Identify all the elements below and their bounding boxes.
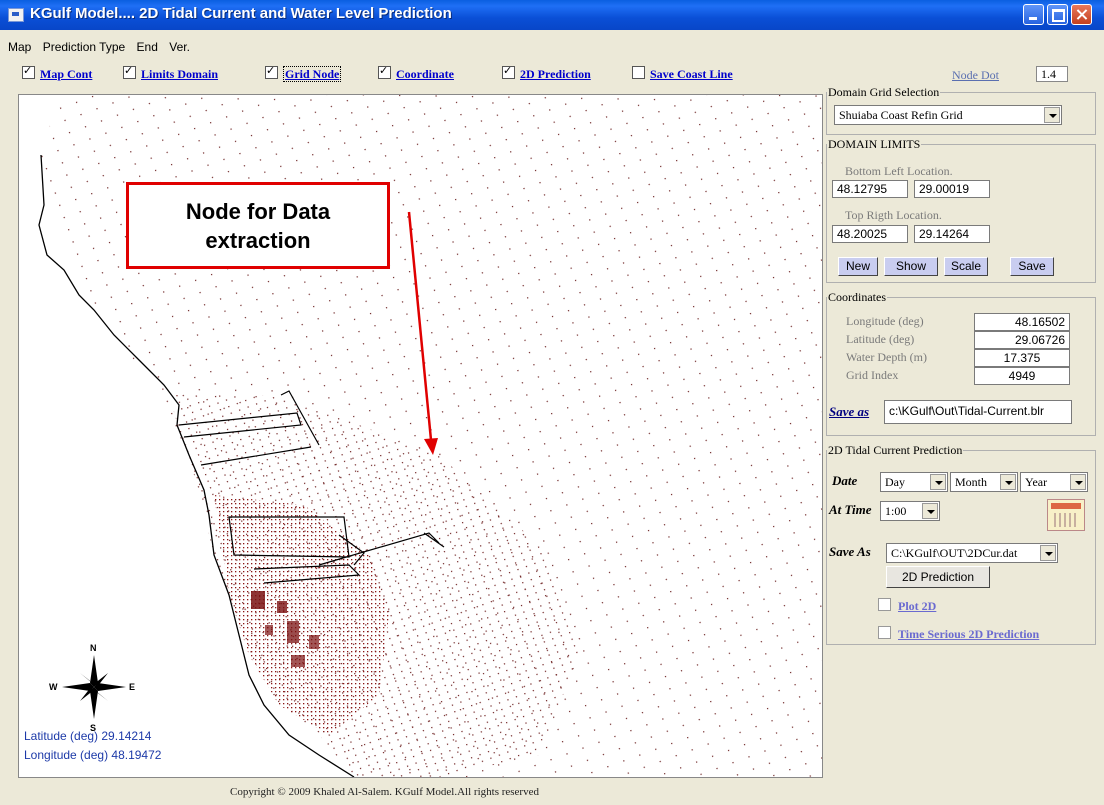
year-select[interactable]: Year (1020, 472, 1088, 492)
menu-ver[interactable]: Ver. (169, 40, 190, 54)
latitude-value[interactable]: 29.06726 (974, 331, 1070, 349)
menu-prediction-type[interactable]: Prediction Type (43, 40, 126, 54)
minimize-button[interactable] (1023, 4, 1044, 25)
chevron-down-icon[interactable] (1000, 474, 1016, 490)
month-value: Month (955, 475, 988, 489)
chevron-down-icon[interactable] (1044, 107, 1060, 123)
annotation-callout: Node for Data extraction (126, 182, 390, 269)
tr-lon-input[interactable]: 48.20025 (832, 225, 908, 243)
grid-index-label: Grid Index (846, 368, 899, 382)
menu-bar: Map Prediction Type End Ver. (0, 40, 190, 58)
node-dot-input[interactable]: 1.4 (1036, 66, 1068, 82)
domain-grid-value: Shuiaba Coast Refin Grid (839, 108, 963, 122)
new-button[interactable]: New (838, 257, 878, 276)
longitude-readout: Longitude (deg) 48.19472 (24, 748, 162, 762)
calendar-icon[interactable] (1047, 499, 1085, 531)
compass-n: N (90, 643, 97, 653)
2d-prediction-button[interactable]: 2D Prediction (886, 566, 990, 588)
window-title: KGulf Model.... 2D Tidal Current and Wat… (30, 5, 452, 22)
time-series-label: Time Serious 2D Prediction (898, 627, 1040, 641)
grid-index-value[interactable]: 4949 (974, 367, 1070, 385)
option-label: Coordinate (396, 67, 454, 81)
close-button[interactable] (1071, 4, 1092, 25)
time-series-checkbox[interactable] (878, 626, 891, 639)
grid-node-checkbox[interactable] (265, 64, 278, 79)
chevron-down-icon[interactable] (1040, 545, 1056, 561)
app-icon (8, 8, 24, 22)
prediction-save-path-value: C:\KGulf\OUT\2DCur.dat (891, 546, 1018, 560)
menu-end[interactable]: End (137, 40, 158, 54)
callout-line-1: Node for Data (185, 199, 331, 224)
bl-lon-input[interactable]: 48.12795 (832, 180, 908, 198)
coord-save-path-input[interactable]: c:\KGulf\Out\Tidal-Current.blr (884, 400, 1072, 424)
save-as-link[interactable]: Save as (829, 404, 869, 420)
latitude-label: Latitude (deg) (846, 332, 915, 346)
option-coordinate[interactable]: Coordinate (378, 64, 454, 82)
domain-grid-legend: Domain Grid Selection (828, 85, 940, 99)
option-label: Limits Domain (141, 67, 219, 81)
chevron-down-icon[interactable] (922, 503, 938, 519)
scale-button[interactable]: Scale (944, 257, 988, 276)
title-bar[interactable]: KGulf Model.... 2D Tidal Current and Wat… (0, 0, 1104, 30)
time-value: 1:00 (885, 504, 907, 518)
option-label: Save Coast Line (650, 67, 733, 81)
year-value: Year (1025, 475, 1048, 489)
plot-2d-option[interactable]: Plot 2D (878, 598, 936, 614)
time-label: At Time (829, 502, 872, 517)
prediction-legend: 2D Tidal Current Prediction (828, 443, 963, 457)
option-label: Map Cont (40, 67, 93, 81)
coordinates-legend: Coordinates (828, 290, 886, 304)
bottom-left-label: Bottom Left Location. (845, 164, 953, 178)
prediction-save-as-label: Save As (829, 544, 871, 559)
callout-line-2: extraction (205, 228, 311, 253)
longitude-label: Longitude (deg) (846, 314, 924, 328)
copyright-text: Copyright © 2009 Khaled Al-Salem. KGulf … (230, 786, 539, 798)
maximize-button[interactable] (1047, 4, 1068, 25)
domain-limits-legend: DOMAIN LIMITS (828, 137, 921, 151)
compass-rose: N S W E (49, 643, 135, 733)
option-limits-domain[interactable]: Limits Domain (123, 64, 219, 82)
option-label: 2D Prediction (520, 67, 591, 81)
save-coast-line-checkbox[interactable] (632, 66, 645, 79)
plot-2d-checkbox[interactable] (878, 598, 891, 611)
date-label: Date (832, 473, 858, 488)
option-grid-node[interactable]: Grid Node (265, 64, 342, 82)
day-value: Day (885, 475, 905, 489)
latitude-readout: Latitude (deg) 29.14214 (24, 729, 152, 743)
time-series-option[interactable]: Time Serious 2D Prediction (878, 626, 1039, 642)
app-window: KGulf Model.... 2D Tidal Current and Wat… (0, 0, 1104, 805)
time-select[interactable]: 1:00 (880, 501, 940, 521)
coordinate-checkbox[interactable] (378, 64, 391, 79)
longitude-value[interactable]: 48.16502 (974, 313, 1070, 331)
save-button[interactable]: Save (1010, 257, 1054, 276)
limits-domain-checkbox[interactable] (123, 64, 136, 79)
prediction-save-path-select[interactable]: C:\KGulf\OUT\2DCur.dat (886, 543, 1058, 563)
show-button[interactable]: Show (884, 257, 938, 276)
option-2d-prediction[interactable]: 2D Prediction (502, 64, 591, 82)
top-right-label: Top Rigth Location. (845, 208, 942, 222)
chevron-down-icon[interactable] (930, 474, 946, 490)
bl-lat-input[interactable]: 29.00019 (914, 180, 990, 198)
2d-prediction-checkbox[interactable] (502, 64, 515, 79)
compass-w: W (49, 682, 58, 692)
plot-2d-label: Plot 2D (898, 599, 937, 613)
node-dot-label: Node Dot (952, 68, 999, 82)
day-select[interactable]: Day (880, 472, 948, 492)
map-cont-checkbox[interactable] (22, 64, 35, 79)
compass-e: E (129, 682, 135, 692)
depth-value[interactable]: 17.375 (974, 349, 1070, 367)
month-select[interactable]: Month (950, 472, 1018, 492)
depth-label: Water Depth (m) (846, 350, 927, 364)
chevron-down-icon[interactable] (1070, 474, 1086, 490)
menu-map[interactable]: Map (8, 40, 31, 54)
domain-grid-select[interactable]: Shuiaba Coast Refin Grid (834, 105, 1062, 125)
option-map-cont[interactable]: Map Cont (22, 64, 93, 82)
option-label: Grid Node (283, 66, 342, 82)
option-save-coast-line[interactable]: Save Coast Line (632, 66, 733, 82)
tr-lat-input[interactable]: 29.14264 (914, 225, 990, 243)
